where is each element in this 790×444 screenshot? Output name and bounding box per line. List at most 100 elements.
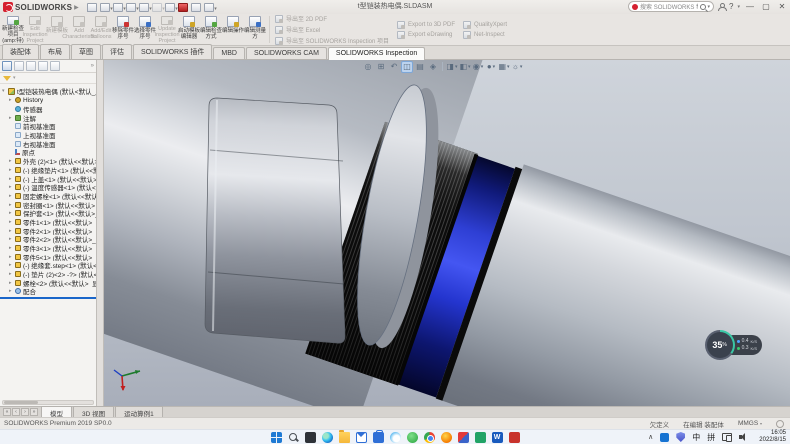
graphics-area[interactable]: ◎ ⊞ ↶ ◫ ▤ ◈ ◨▾ ◧▾ ◉▾ ●▾ ▦▾ ☼▾ ⌂ ▤ ▱ ▥ ◕ … (104, 60, 790, 406)
word-icon[interactable]: W (492, 432, 503, 443)
tree-item-component[interactable]: ▸零件2<1> (默认<<默认>_显示状 (0, 226, 96, 235)
apply-scene-icon[interactable]: ▦▾ (498, 61, 510, 73)
help-dropdown-icon[interactable]: ▾ (737, 4, 740, 10)
display-style-icon[interactable]: ◧▾ (459, 61, 471, 73)
tab-sketch[interactable]: 草图 (71, 44, 101, 59)
net-inspect-button[interactable]: Net-Inspect (463, 31, 507, 39)
orange-browser-icon[interactable] (441, 432, 452, 443)
tree-filter-row[interactable]: ▾ (0, 73, 96, 84)
export-3d-pdf-button[interactable]: Export to 3D PDF (397, 21, 455, 29)
new-inspection-project-button[interactable]: 新建检查项目 (amp:特) (2, 15, 24, 44)
tree-item-component[interactable]: ▸保护套<1> (默认<<默认>_显示状 (0, 209, 96, 218)
next-tab-icon[interactable]: › (21, 408, 29, 416)
green-browser-icon[interactable] (407, 432, 418, 443)
tree-item-right-plane[interactable]: ▸右视基准面 (0, 139, 96, 148)
add-characteristic-button[interactable]: Add Characteristic (68, 15, 90, 44)
zoom-to-area-icon[interactable]: ⊞ (375, 61, 387, 73)
edit-appearance-icon[interactable]: ●▾ (485, 61, 497, 73)
hide-show-items-icon[interactable]: ◉▾ (472, 61, 484, 73)
edit-operations-button[interactable]: 编辑操作 (222, 15, 244, 44)
tab-sw-cam[interactable]: SOLIDWORKS CAM (246, 47, 327, 59)
previous-view-icon[interactable]: ↶ (388, 61, 400, 73)
export-edrawing-button[interactable]: Export eDrawing (397, 31, 455, 39)
search-icon[interactable] (700, 4, 706, 10)
minimize-button[interactable]: — (744, 2, 756, 11)
edit-measurement-button[interactable]: 编辑测量方 (244, 15, 266, 44)
taskbar-search-icon[interactable] (288, 432, 299, 443)
mail-icon[interactable] (356, 432, 367, 443)
tab-assembly[interactable]: 装配体 (2, 44, 39, 59)
export-sw-inspection-button[interactable]: 导出至 SOLIDWORKS Inspection 项目 (275, 36, 389, 45)
help-button[interactable]: ? (729, 2, 733, 11)
dynamic-annotation-views-icon[interactable]: ▤ (414, 61, 426, 73)
measure-icon[interactable]: ◈ (427, 61, 439, 73)
tree-item-history[interactable]: ▸History (0, 96, 96, 105)
tree-item-component[interactable]: ▸零件1<1> (默认<<默认>_显示状 (0, 218, 96, 227)
view-settings-icon[interactable]: ☼▾ (511, 61, 523, 73)
tree-item-component[interactable]: ▸外壳 (2)<1> (默认<<默认>_显示状 (0, 157, 96, 166)
tree-item-sensors[interactable]: ▸传感器 (0, 105, 96, 114)
section-view-icon[interactable]: ◫ (401, 61, 413, 73)
tab-evaluate[interactable]: 评估 (102, 44, 132, 59)
login-icon[interactable] (718, 3, 725, 10)
tree-item-component[interactable]: ▸(-) 绝缘套.step<1> (默认<<默认> (0, 261, 96, 270)
export-excel-button[interactable]: 导出至 Excel (275, 25, 389, 34)
remove-balloons-button[interactable]: 移除零件序号 (112, 15, 134, 44)
tree-item-component[interactable]: ▸(-) 上盖<1> (默认<<默认>_显示状 (0, 174, 96, 183)
search-box[interactable]: 搜索 SOLIDWORKS 帮助 ▾ (628, 1, 714, 12)
featuremanager-tab-icon[interactable] (2, 61, 12, 71)
tree-item-component[interactable]: ▸密封圈<1> (默认<<默认>_显示状 (0, 200, 96, 209)
tab-sw-addins[interactable]: SOLIDWORKS 插件 (133, 44, 212, 59)
green-app-icon[interactable] (475, 432, 486, 443)
prev-tab-icon[interactable]: ‹ (12, 408, 20, 416)
task-view-icon[interactable] (305, 432, 316, 443)
edit-inspection-methods-button[interactable]: 编辑检查方式 (200, 15, 222, 44)
tab-layout[interactable]: 布局 (40, 44, 70, 59)
tab-sw-inspection[interactable]: SOLIDWORKS Inspection (328, 47, 425, 60)
rollback-bar[interactable] (0, 297, 96, 299)
tree-item-component[interactable]: ▸固定螺栓<1> (默认<<默认>_显示 (0, 192, 96, 201)
units-selector[interactable]: MMGS ▾ (738, 420, 762, 427)
update-inspection-project-button[interactable]: Update Inspection Project (156, 15, 178, 44)
launch-template-editor-button[interactable]: 启动模板编辑器 (178, 15, 200, 44)
view-orientation-icon[interactable]: ◨▾ (446, 61, 458, 73)
scrollbar-thumb[interactable] (4, 401, 38, 404)
red-blue-app-icon[interactable] (458, 432, 469, 443)
panel-tabs-overflow-icon[interactable]: » (91, 63, 94, 69)
filter-dropdown-icon[interactable]: ▾ (13, 75, 16, 81)
tree-item-component[interactable]: ▸(-) 绝缘垫片<1> (默认<<默认>_显 (0, 166, 96, 175)
export-2d-pdf-button[interactable]: 导出至 2D PDF (275, 14, 389, 23)
tree-item-component[interactable]: ▸螺栓<2> (默认<<默认>_显示状态 (0, 278, 96, 287)
model-3d[interactable] (104, 60, 790, 406)
weather-app-icon[interactable] (390, 432, 401, 443)
speed-monitor-badge[interactable]: 35% 0.4K/S 0.3K/S (705, 330, 762, 360)
last-tab-icon[interactable]: » (30, 408, 38, 416)
tree-item-component[interactable]: ▸(-) 垫片 (2)<2> -?> (默认<<默认 (0, 270, 96, 279)
select-balloons-button[interactable]: 选择零件序号 (134, 15, 156, 44)
panel-horizontal-scrollbar[interactable] (2, 400, 94, 405)
tree-item-front-plane[interactable]: ▸前视基准面 (0, 122, 96, 131)
tree-item-component[interactable]: ▸零件3<1> (默认<<默认>_显示状 (0, 244, 96, 253)
zoom-to-fit-icon[interactable]: ◎ (362, 61, 374, 73)
tree-item-annotations[interactable]: ▸注解 (0, 113, 96, 122)
displaymanager-tab-icon[interactable] (50, 61, 60, 71)
status-gear-icon[interactable] (776, 420, 784, 428)
solidworks-taskbar-icon[interactable] (509, 432, 520, 443)
close-button[interactable]: ✕ (776, 2, 788, 11)
first-tab-icon[interactable]: « (3, 408, 11, 416)
configurationmanager-tab-icon[interactable] (26, 61, 36, 71)
tree-item-mates[interactable]: ▸配合 (0, 287, 96, 296)
qualityxpert-button[interactable]: QualityXpert (463, 21, 507, 29)
search-dropdown-icon[interactable]: ▾ (708, 4, 711, 10)
dimxpertmanager-tab-icon[interactable] (38, 61, 48, 71)
tree-item-top-plane[interactable]: ▸上视基准面 (0, 131, 96, 140)
chrome-icon[interactable] (424, 432, 435, 443)
tree-item-component[interactable]: ▸(-) 温度传感器<1> (默认<<默认>_ (0, 183, 96, 192)
tree-root[interactable]: ▾t型铠装热电偶 (默认<默认_显示状态-1 (0, 86, 96, 96)
tree-item-component[interactable]: ▸零件2<2> (默认<<默认>_显示状 (0, 235, 96, 244)
propertymanager-tab-icon[interactable] (14, 61, 24, 71)
panel-splitter[interactable] (97, 60, 104, 406)
tree-item-origin[interactable]: ▸原点 (0, 148, 96, 157)
tree-item-component[interactable]: ▸零件5<1> (默认<<默认>_显示状 (0, 252, 96, 261)
edge-browser-icon[interactable] (322, 432, 333, 443)
